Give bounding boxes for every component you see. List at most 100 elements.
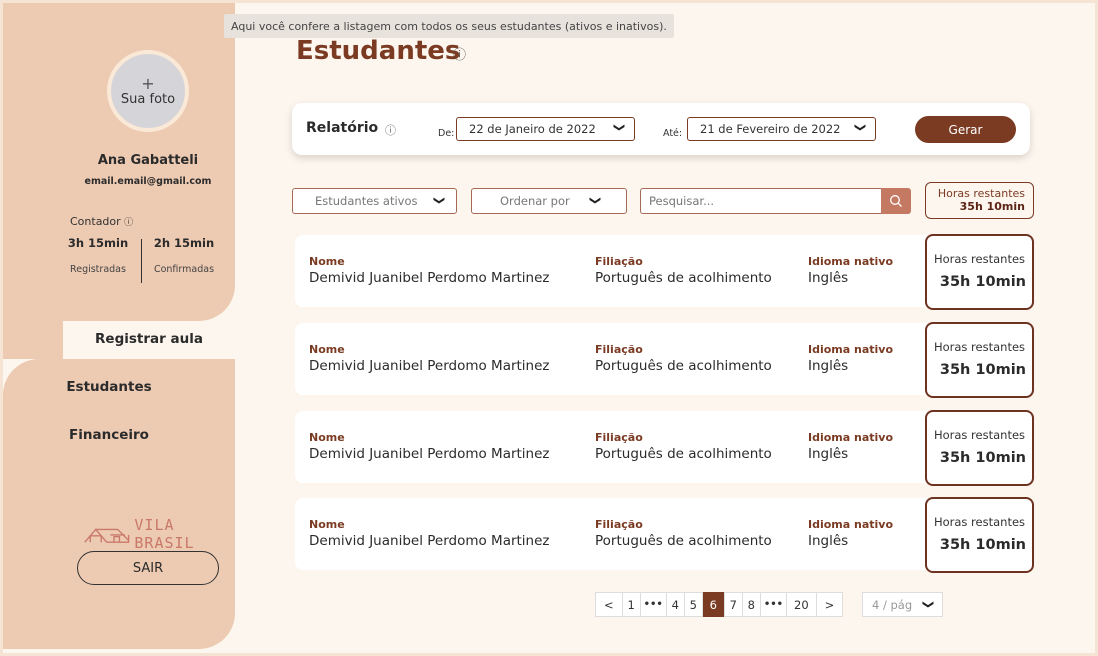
page-size-select[interactable]: 4 / pág ❯ xyxy=(862,592,943,617)
name-label: Nome xyxy=(309,343,345,356)
from-date-select[interactable]: 22 de Janeiro de 2022 ❯ xyxy=(456,117,635,141)
affiliation-label: Filiação xyxy=(595,343,643,356)
name-label: Nome xyxy=(309,518,345,531)
info-icon[interactable]: ⓘ xyxy=(124,218,133,228)
page-button-6[interactable]: 6 xyxy=(701,592,724,617)
vila-brasil-logo: VILA BRASIL xyxy=(83,516,235,552)
student-language: Inglês xyxy=(808,270,849,286)
search-placeholder: Pesquisar... xyxy=(649,194,715,208)
search-input[interactable]: Pesquisar... xyxy=(640,188,882,214)
student-name: Demivid Juanibel Perdomo Martinez xyxy=(309,446,550,462)
page-size-value: 4 / pág xyxy=(872,597,913,612)
page-ellipsis-button[interactable]: ••• xyxy=(639,593,666,616)
language-cell: Idioma nativo Inglês xyxy=(808,255,893,287)
student-affiliation: Português de acolhimento xyxy=(595,270,772,286)
page-button-4[interactable]: 4 xyxy=(665,593,684,616)
prev-page-button[interactable]: < xyxy=(596,593,622,616)
name-label: Nome xyxy=(309,431,345,444)
info-icon[interactable]: ⓘ xyxy=(453,44,466,63)
student-row[interactable]: Nome Demivid Juanibel Perdomo Martinez F… xyxy=(295,498,965,570)
hours-remaining-label: Horas restantes xyxy=(933,515,1026,529)
info-icon[interactable]: ⓘ xyxy=(385,122,396,138)
generate-button[interactable]: Gerar xyxy=(915,116,1016,143)
affiliation-label: Filiação xyxy=(595,431,643,444)
counter-label-text: Contador xyxy=(70,215,121,228)
hours-header-label: Horas restantes xyxy=(937,187,1025,200)
sort-select[interactable]: Ordenar por ❯ xyxy=(471,188,627,214)
to-label: Até: xyxy=(663,128,683,139)
registered-hours-value: 3h 15min xyxy=(67,236,129,250)
student-row[interactable]: Nome Demivid Juanibel Perdomo Martinez F… xyxy=(295,411,965,483)
language-label: Idioma nativo xyxy=(808,518,894,531)
sidebar-connector xyxy=(3,321,63,359)
chevron-down-icon: ❯ xyxy=(853,122,867,133)
counter-divider xyxy=(141,239,142,283)
page-button-20[interactable]: 20 xyxy=(786,593,816,616)
chevron-down-icon: ❯ xyxy=(432,195,446,206)
registered-hours-label: Registradas xyxy=(70,264,126,275)
language-cell: Idioma nativo Inglês xyxy=(808,518,893,550)
search-button[interactable] xyxy=(881,188,911,214)
counter-label: Contador ⓘ xyxy=(70,215,133,228)
avatar-label: Sua foto xyxy=(120,91,176,107)
affiliation-label: Filiação xyxy=(595,255,643,268)
sort-placeholder: Ordenar por xyxy=(500,194,570,208)
student-affiliation: Português de acolhimento xyxy=(595,358,772,374)
hours-header-value: 35h 10min xyxy=(959,200,1025,213)
student-language: Inglês xyxy=(808,533,849,549)
student-name: Demivid Juanibel Perdomo Martinez xyxy=(309,358,550,374)
search-icon xyxy=(890,195,902,207)
confirmed-hours-label: Confirmadas xyxy=(153,264,215,275)
pagination-pages: <1 ••• 4 5 6 7 8 ••• 20 > xyxy=(595,592,844,617)
to-date-select[interactable]: 21 de Fevereiro de 2022 ❯ xyxy=(687,117,876,141)
to-date-value: 21 de Fevereiro de 2022 xyxy=(700,122,841,136)
hours-remaining-card: Horas restantes 35h 10min xyxy=(925,410,1034,486)
page-button-7[interactable]: 7 xyxy=(723,593,742,616)
hours-sort-header[interactable]: Horas restantes 35h 10min xyxy=(925,182,1034,219)
report-panel: Relatório ⓘ De: 22 de Janeiro de 2022 ❯ … xyxy=(292,103,1030,155)
page-size-container: 4 / pág ❯ xyxy=(862,592,943,617)
tooltip: Aqui você confere a listagem com todos o… xyxy=(224,14,674,38)
affiliation-label: Filiação xyxy=(595,518,643,531)
language-label: Idioma nativo xyxy=(808,255,894,268)
logout-button[interactable]: SAIR xyxy=(77,551,219,585)
name-cell: Nome Demivid Juanibel Perdomo Martinez xyxy=(309,255,550,287)
language-label: Idioma nativo xyxy=(808,343,894,356)
language-cell: Idioma nativo Inglês xyxy=(808,431,893,463)
language-cell: Idioma nativo Inglês xyxy=(808,343,893,375)
pagination: <1 ••• 4 5 6 7 8 ••• 20 > xyxy=(595,592,844,617)
page-button-8[interactable]: 8 xyxy=(741,593,760,616)
affiliation-cell: Filiação Português de acolhimento xyxy=(595,343,772,375)
language-label: Idioma nativo xyxy=(808,431,894,444)
nav-item-estudantes[interactable]: Estudantes xyxy=(23,379,195,395)
sidebar-bottom-panel xyxy=(3,359,235,649)
sidebar: + Sua foto Ana Gabatteli email.email@gma… xyxy=(3,3,235,649)
page-button-1[interactable]: 1 xyxy=(621,593,640,616)
student-name: Demivid Juanibel Perdomo Martinez xyxy=(309,270,550,286)
report-title: Relatório xyxy=(306,120,379,136)
hours-remaining-value: 35h 10min xyxy=(939,537,1026,553)
next-page-button[interactable]: > xyxy=(815,593,843,616)
student-row[interactable]: Nome Demivid Juanibel Perdomo Martinez F… xyxy=(295,323,965,395)
hours-remaining-label: Horas restantes xyxy=(933,340,1026,354)
status-filter-select[interactable]: Estudantes ativos ❯ xyxy=(292,188,457,214)
nav-item-financeiro[interactable]: Financeiro xyxy=(23,427,195,443)
user-email: email.email@gmail.com xyxy=(84,176,212,187)
hours-remaining-card: Horas restantes 35h 10min xyxy=(925,322,1034,398)
chevron-down-icon: ❯ xyxy=(612,122,626,133)
hours-remaining-card: Horas restantes 35h 10min xyxy=(925,497,1034,573)
student-affiliation: Português de acolhimento xyxy=(595,533,772,549)
hours-remaining-value: 35h 10min xyxy=(939,362,1026,378)
student-affiliation: Português de acolhimento xyxy=(595,446,772,462)
user-name: Ana Gabatteli xyxy=(97,153,199,168)
page-button-5[interactable]: 5 xyxy=(683,593,702,616)
student-row[interactable]: Nome Demivid Juanibel Perdomo Martinez F… xyxy=(295,235,965,307)
name-cell: Nome Demivid Juanibel Perdomo Martinez xyxy=(309,518,550,550)
hours-remaining-value: 35h 10min xyxy=(939,274,1026,290)
nav-item-registrar-aula[interactable]: Registrar aula xyxy=(63,331,235,347)
from-date-value: 22 de Janeiro de 2022 xyxy=(469,122,596,136)
page-ellipsis-button[interactable]: ••• xyxy=(759,593,786,616)
avatar-upload[interactable]: + Sua foto xyxy=(107,50,189,132)
affiliation-cell: Filiação Português de acolhimento xyxy=(595,518,772,550)
from-label: De: xyxy=(438,128,455,139)
